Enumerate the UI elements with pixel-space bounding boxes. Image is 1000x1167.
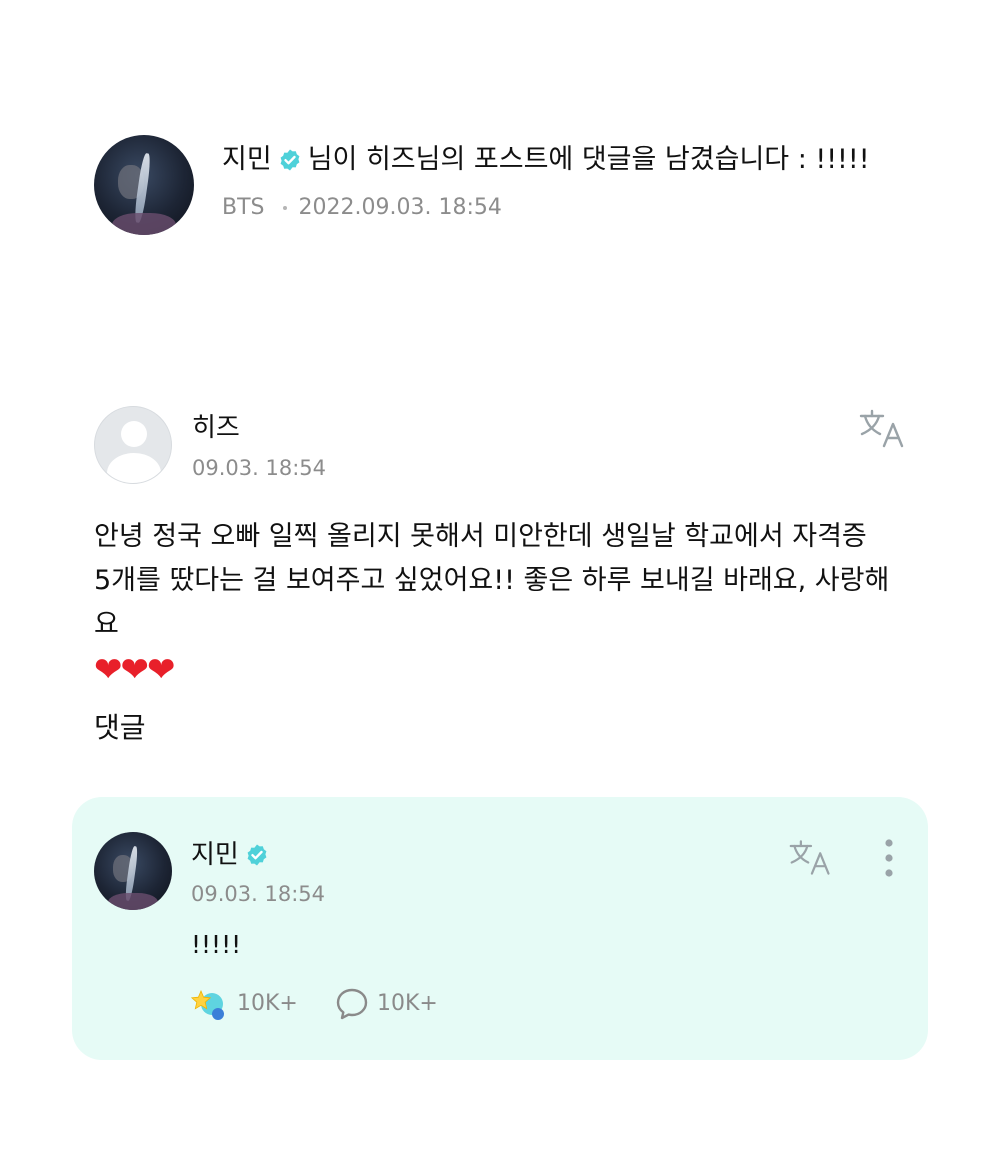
notification-line[interactable]: 지민 님이 히즈님의 포스트에 댓글을 남겼습니다 : !!!!! [222, 142, 870, 178]
notification-avatar[interactable] [94, 135, 194, 235]
post-author-avatar[interactable] [94, 406, 172, 484]
notification-meta: BTS 2022.09.03. 18:54 [222, 194, 502, 222]
sparkle-like-icon [191, 989, 224, 1020]
like-button[interactable]: 10K+ [191, 986, 298, 1022]
comment-time: 09.03. 18:54 [191, 882, 325, 906]
reply-button[interactable]: 10K+ [335, 986, 438, 1022]
speech-bubble-icon [336, 988, 368, 1020]
post-author-name[interactable]: 히즈 [192, 410, 240, 446]
community-name: BTS [222, 195, 265, 220]
dot-separator [282, 206, 287, 210]
comment-author[interactable]: 지민 [191, 838, 269, 872]
post-body-line: 5개를 땄다는 걸 보여주고 싶었어요!! 좋은 하루 보내길 바래요, 사랑해… [94, 565, 890, 640]
comments-section-title: 댓글 [94, 711, 146, 744]
notification-author: 지민 [222, 144, 272, 175]
default-avatar-head [121, 421, 147, 447]
verified-badge-icon [280, 149, 300, 171]
more-vertical-icon[interactable] [878, 838, 900, 878]
comment-author-avatar[interactable] [94, 832, 172, 910]
verified-badge-icon [247, 844, 267, 866]
notification-datetime: 2022.09.03. 18:54 [298, 195, 502, 220]
avatar-photo-clothing [108, 892, 158, 910]
avatar-photo-clothing [112, 213, 176, 235]
default-avatar-body [107, 453, 161, 483]
post-body-line: 안녕 정국 오빠 일찍 올리지 못해서 미안한데 생일날 학교에서 자격증 [94, 521, 867, 552]
comment-author-name: 지민 [191, 840, 239, 870]
comment-text: !!!!! [191, 930, 242, 959]
post-time: 09.03. 18:54 [192, 456, 326, 480]
translate-icon[interactable] [788, 838, 834, 876]
hearts-emoji: ❤❤❤ [94, 650, 175, 690]
reply-count: 10K+ [377, 991, 438, 1016]
translate-icon[interactable] [858, 408, 908, 448]
post-body: 안녕 정국 오빠 일찍 올리지 못해서 미안한데 생일날 학교에서 자격증 5개… [94, 515, 914, 693]
like-count: 10K+ [237, 991, 298, 1016]
notification-message: 님이 히즈님의 포스트에 댓글을 남겼습니다 : !!!!! [307, 144, 870, 175]
